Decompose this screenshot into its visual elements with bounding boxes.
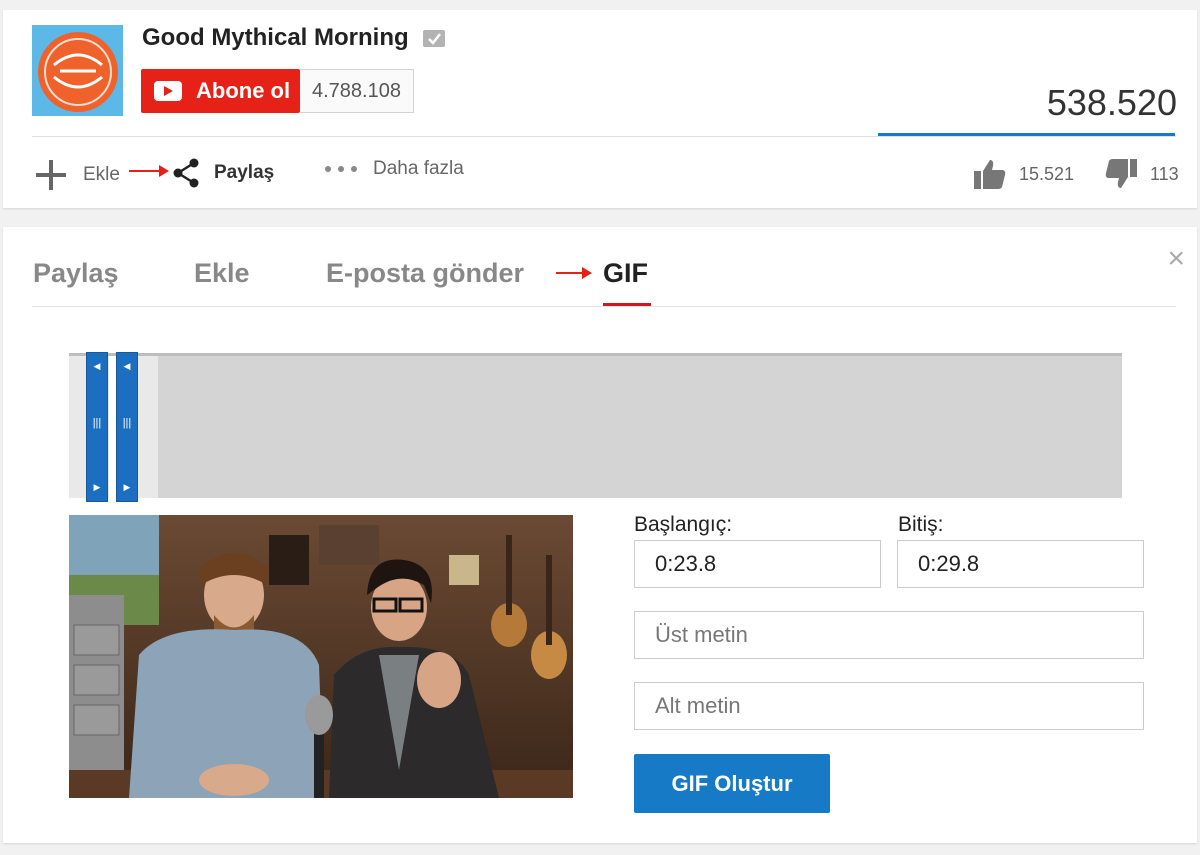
verified-check-icon [423,30,445,47]
add-to-button[interactable]: Ekle [34,158,120,192]
gif-video-preview [69,515,573,798]
selected-range [109,356,116,498]
channel-avatar[interactable] [32,25,123,116]
end-time-label: Bitiş: [898,513,944,536]
grip-icon: ||| [122,417,132,429]
start-time-label: Başlangıç: [634,513,733,536]
tab-embed[interactable]: Ekle [194,258,250,289]
share-label: Paylaş [214,162,275,183]
top-text-input[interactable]: Üst metin [634,611,1144,659]
view-count: 538.520 [1046,82,1177,123]
like-count: 15.521 [1019,163,1075,184]
dislike-count: 113 [1150,163,1179,184]
share-panel: Paylaş Ekle E-posta gönder GIF × ◀ ||| ▶… [3,227,1197,843]
like-button[interactable]: 15.521 [973,158,1074,190]
subscribe-button[interactable]: Abone ol [141,69,300,113]
thumbs-down-icon [1105,159,1137,188]
grip-icon: ||| [92,417,102,429]
share-button[interactable]: Paylaş [172,158,274,188]
subscribe-label: Abone ol [196,78,291,103]
chevron-right-icon: ▶ [123,482,131,492]
more-label: Daha fazla [373,158,464,179]
chevron-left-icon: ◀ [93,361,101,371]
start-time-field[interactable]: 0:23.8 [634,540,881,588]
plus-icon [36,160,66,190]
tab-gif[interactable]: GIF [603,258,648,289]
share-icon [173,158,199,188]
dislike-button[interactable]: 113 [1104,158,1179,190]
add-label: Ekle [83,164,120,185]
bottom-text-input[interactable]: Alt metin [634,682,1144,730]
end-handle[interactable]: ◀ ||| ▶ [116,352,138,502]
create-gif-button[interactable]: GIF Oluştur [634,754,830,813]
end-time-field[interactable]: 0:29.8 [897,540,1144,588]
tab-email[interactable]: E-posta gönder [326,258,524,289]
red-arrow-annotation [556,267,592,279]
video-info-card: Good Mythical Morning Abone ol 4.788.108… [3,10,1197,208]
thumbs-up-icon [974,160,1006,189]
subscriber-count: 4.788.108 [300,69,414,113]
chevron-right-icon: ▶ [93,482,101,492]
start-handle[interactable]: ◀ ||| ▶ [86,352,108,502]
red-arrow-annotation [129,165,169,177]
more-dots-icon [325,166,357,172]
more-button[interactable]: Daha fazla [323,158,464,180]
channel-name[interactable]: Good Mythical Morning [142,24,409,52]
tab-share[interactable]: Paylaş [33,258,119,289]
close-button[interactable]: × [1167,244,1185,274]
gif-timeline[interactable]: ◀ ||| ▶ ◀ ||| ▶ [69,352,1122,502]
chevron-left-icon: ◀ [123,361,131,371]
youtube-play-icon [154,81,182,101]
divider [32,136,1176,137]
divider [32,306,1176,307]
